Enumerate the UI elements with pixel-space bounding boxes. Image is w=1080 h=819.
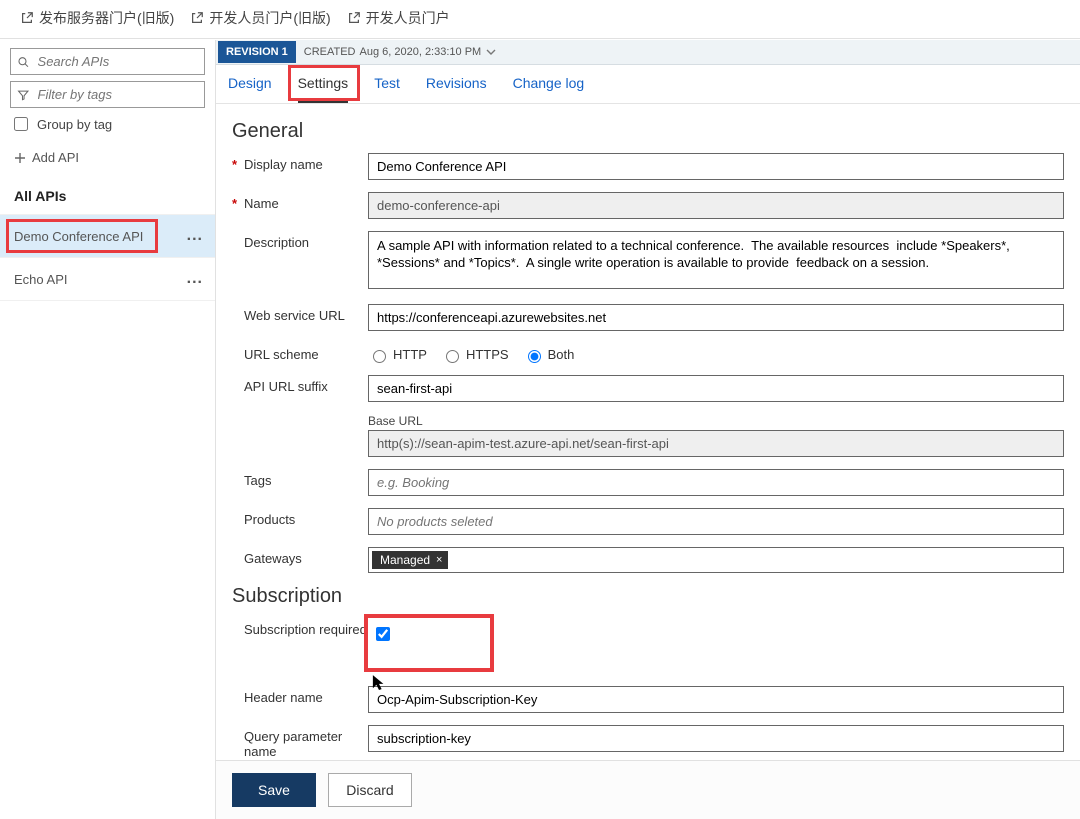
- subscription-required-checkbox[interactable]: [376, 627, 390, 641]
- created-label: CREATED: [304, 46, 356, 58]
- portal-link-label: 开发人员门户(旧版): [209, 8, 330, 28]
- portal-link-label: 发布服务器门户(旧版): [39, 8, 174, 28]
- display-name-input[interactable]: [368, 153, 1064, 180]
- tab-settings[interactable]: Settings: [298, 75, 349, 103]
- url-scheme-radios: HTTP HTTPS Both: [368, 343, 1064, 363]
- tab-revisions[interactable]: Revisions: [426, 75, 487, 103]
- sidebar-item-label: Demo Conference API: [14, 229, 143, 244]
- external-link-icon: [347, 11, 361, 25]
- all-apis-heading[interactable]: All APIs: [0, 176, 215, 215]
- header-name-input[interactable]: [368, 686, 1064, 713]
- url-scheme-label: URL scheme: [244, 347, 319, 362]
- webservice-url-input[interactable]: [368, 304, 1064, 331]
- add-api-button[interactable]: Add API: [0, 140, 215, 176]
- gateways-input[interactable]: Managed ×: [368, 547, 1064, 573]
- subscription-heading: Subscription: [232, 585, 1064, 608]
- sidebar: Group by tag Add API All APIs Demo Confe…: [0, 40, 216, 819]
- portal-link-label: 开发人员门户: [366, 8, 450, 28]
- external-link-icon: [190, 11, 204, 25]
- group-by-tag-row[interactable]: Group by tag: [0, 108, 215, 140]
- filter-tags-input[interactable]: [36, 86, 198, 103]
- products-input[interactable]: [368, 508, 1064, 535]
- portal-link-developer-old[interactable]: 开发人员门户(旧版): [190, 8, 330, 28]
- settings-form: General *Display name *Name Description …: [216, 104, 1080, 760]
- footer-bar: Save Discard: [216, 760, 1080, 819]
- api-url-suffix-input[interactable]: [368, 375, 1064, 402]
- base-url-label: Base URL: [368, 414, 1064, 428]
- gateway-chip-managed[interactable]: Managed ×: [372, 551, 448, 569]
- description-label: Description: [244, 235, 309, 250]
- webservice-url-label: Web service URL: [244, 308, 345, 323]
- base-url-input[interactable]: [368, 430, 1064, 457]
- gateway-chip-label: Managed: [380, 553, 430, 567]
- search-icon: [17, 55, 30, 69]
- query-param-name-input[interactable]: [368, 725, 1064, 752]
- general-heading: General: [232, 120, 1064, 143]
- url-scheme-https[interactable]: HTTPS: [441, 347, 509, 363]
- products-label: Products: [244, 512, 295, 527]
- name-input[interactable]: [368, 192, 1064, 219]
- chevron-down-icon: [485, 46, 497, 58]
- url-scheme-http[interactable]: HTTP: [368, 347, 427, 363]
- gateways-label: Gateways: [244, 551, 302, 566]
- sidebar-item-label: Echo API: [14, 272, 67, 287]
- external-link-icon: [20, 11, 34, 25]
- revision-badge[interactable]: REVISION 1: [218, 41, 296, 63]
- tags-label: Tags: [244, 473, 271, 488]
- search-apis-box[interactable]: [10, 48, 205, 75]
- main-panel: REVISION 1 CREATED Aug 6, 2020, 2:33:10 …: [216, 40, 1080, 819]
- filter-icon: [17, 88, 30, 102]
- context-menu-icon[interactable]: ...: [185, 270, 205, 288]
- group-by-tag-checkbox[interactable]: [14, 117, 28, 131]
- add-api-label: Add API: [32, 150, 79, 165]
- url-scheme-both[interactable]: Both: [523, 347, 575, 363]
- plus-icon: [14, 152, 26, 164]
- api-url-suffix-label: API URL suffix: [244, 379, 328, 394]
- portal-link-developer[interactable]: 开发人员门户: [347, 8, 450, 28]
- context-menu-icon[interactable]: ...: [185, 227, 205, 245]
- discard-button[interactable]: Discard: [328, 773, 412, 807]
- portal-link-publisher-old[interactable]: 发布服务器门户(旧版): [20, 8, 174, 28]
- tags-input[interactable]: [368, 469, 1064, 496]
- description-textarea[interactable]: A sample API with information related to…: [368, 231, 1064, 289]
- remove-icon[interactable]: ×: [436, 554, 442, 566]
- filter-tags-box[interactable]: [10, 81, 205, 108]
- query-param-name-label: Query parameter name: [244, 729, 342, 759]
- created-value: Aug 6, 2020, 2:33:10 PM: [360, 46, 482, 58]
- sidebar-item-echo-api[interactable]: Echo API ...: [0, 258, 215, 301]
- tab-design[interactable]: Design: [228, 75, 272, 103]
- revision-created[interactable]: CREATED Aug 6, 2020, 2:33:10 PM: [296, 46, 497, 58]
- subscription-required-label: Subscription required: [244, 622, 367, 637]
- name-label: Name: [244, 196, 279, 211]
- header-name-label: Header name: [244, 690, 323, 705]
- display-name-label: Display name: [244, 157, 323, 172]
- tabs: Design Settings Test Revisions Change lo…: [216, 65, 1080, 104]
- highlight-box: [364, 614, 494, 672]
- tab-test[interactable]: Test: [374, 75, 400, 103]
- sidebar-item-demo-conference[interactable]: Demo Conference API ...: [0, 215, 215, 258]
- top-links-bar: 发布服务器门户(旧版) 开发人员门户(旧版) 开发人员门户: [0, 0, 1080, 39]
- group-by-tag-label: Group by tag: [37, 117, 112, 132]
- tab-changelog[interactable]: Change log: [513, 75, 585, 103]
- save-button[interactable]: Save: [232, 773, 316, 807]
- revision-bar: REVISION 1 CREATED Aug 6, 2020, 2:33:10 …: [216, 40, 1080, 65]
- search-apis-input[interactable]: [36, 53, 198, 70]
